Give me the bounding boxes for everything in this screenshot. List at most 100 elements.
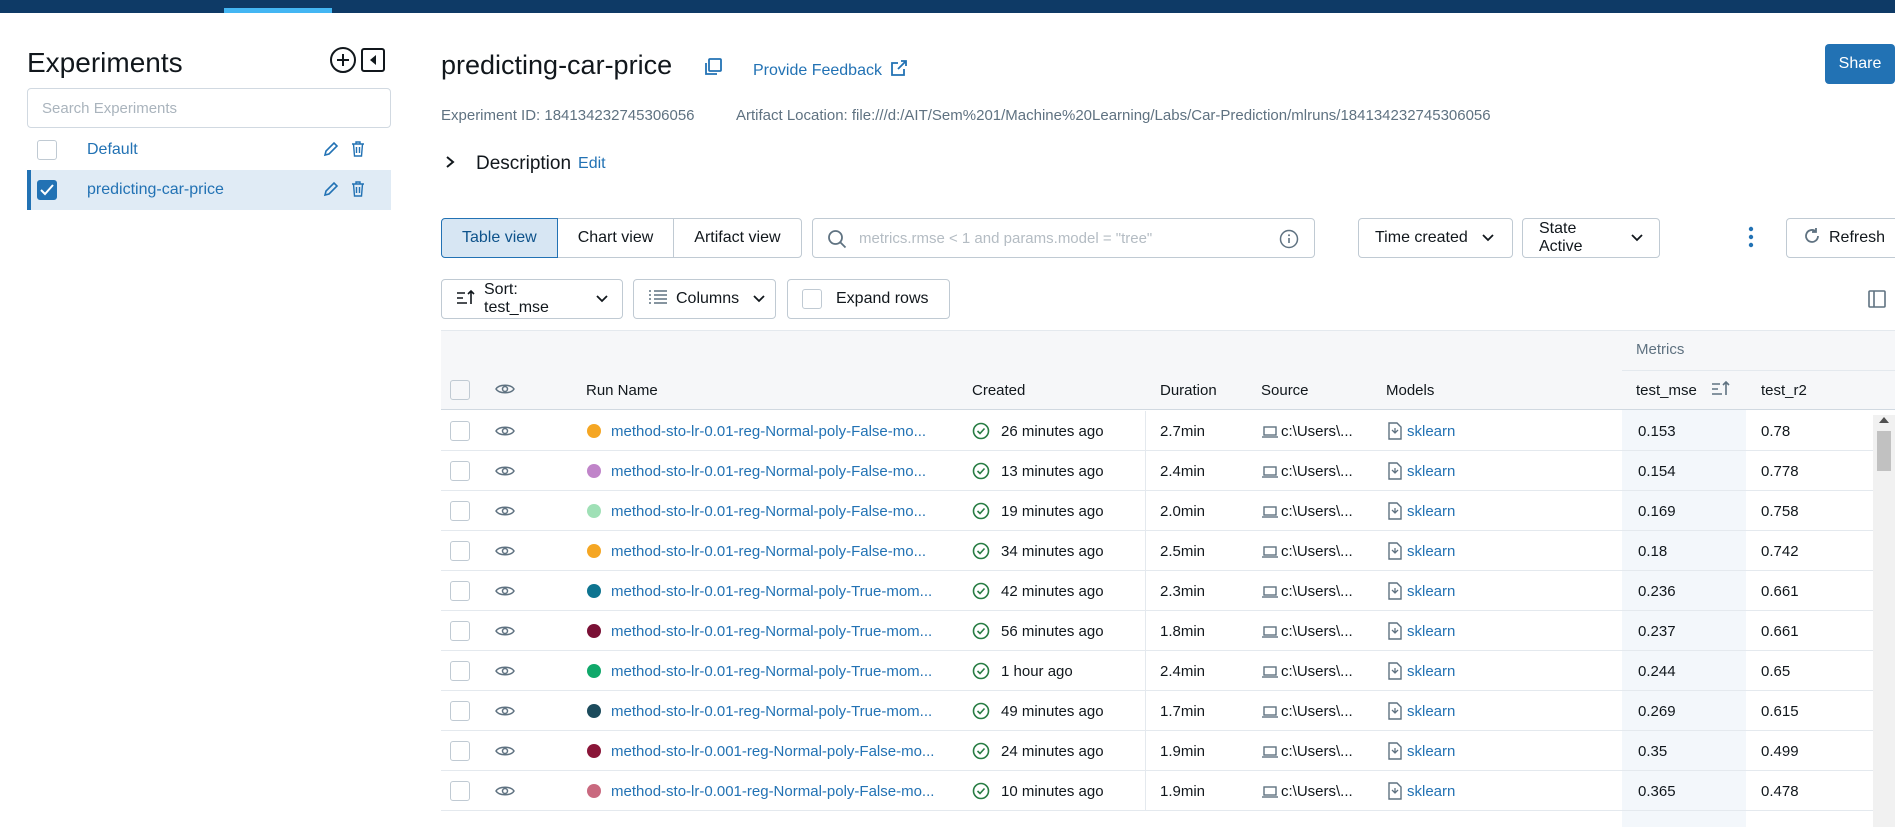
run-color-dot[interactable] [587,504,601,518]
model-link[interactable]: sklearn [1407,731,1455,771]
sort-ascending-icon[interactable] [1711,380,1731,400]
experiment-checkbox[interactable] [37,140,57,160]
table-row[interactable]: method-sto-lr-0.01-reg-Normal-poly-False… [441,491,1895,531]
copy-icon[interactable] [703,57,723,81]
side-panel-toggle-icon[interactable] [1868,290,1886,312]
column-header-test-mse[interactable]: test_mse [1636,382,1697,399]
run-color-dot[interactable] [587,784,601,798]
trash-icon[interactable] [351,141,365,161]
model-link[interactable]: sklearn [1407,411,1455,451]
trash-icon[interactable] [351,181,365,201]
row-checkbox[interactable] [450,501,470,521]
eye-icon[interactable] [495,784,515,802]
edit-icon[interactable] [322,180,340,202]
experiment-item-predicting-car-price[interactable]: predicting-car-price [27,170,391,210]
table-row[interactable]: method-sto-lr-0.01-reg-Normal-poly-False… [441,531,1895,571]
eye-icon[interactable] [495,664,515,682]
run-name-link[interactable]: method-sto-lr-0.001-reg-Normal-poly-Fals… [611,771,934,811]
state-dropdown[interactable]: State Active [1522,218,1660,258]
eye-icon[interactable] [495,584,515,602]
column-header-duration[interactable]: Duration [1160,382,1217,399]
run-name-link[interactable]: method-sto-lr-0.01-reg-Normal-poly-True-… [611,651,932,691]
model-link[interactable]: sklearn [1407,491,1455,531]
table-row[interactable]: method-sto-lr-0.01-reg-Normal-poly-True-… [441,571,1895,611]
run-color-dot[interactable] [587,424,601,438]
column-header-run-name[interactable]: Run Name [586,382,658,399]
columns-dropdown[interactable]: Columns [633,279,776,319]
tab-chart-view[interactable]: Chart view [556,218,675,258]
description-label[interactable]: Description [476,153,571,175]
experiment-name[interactable]: Default [87,141,138,159]
edit-icon[interactable] [322,140,340,162]
table-row[interactable]: method-sto-lr-0.01-reg-Normal-poly-False… [441,411,1895,451]
run-name-link[interactable]: method-sto-lr-0.01-reg-Normal-poly-True-… [611,571,932,611]
row-checkbox[interactable] [450,461,470,481]
tab-table-view[interactable]: Table view [441,218,558,258]
table-row[interactable]: method-sto-lr-0.001-reg-Normal-poly-Fals… [441,771,1895,811]
run-color-dot[interactable] [587,704,601,718]
eye-icon[interactable] [495,704,515,722]
table-row[interactable]: method-sto-lr-0.01-reg-Normal-poly-True-… [441,611,1895,651]
model-link[interactable]: sklearn [1407,611,1455,651]
eye-icon[interactable] [495,544,515,562]
table-scrollbar[interactable] [1873,415,1895,827]
column-header-test-r2[interactable]: test_r2 [1761,382,1807,399]
run-color-dot[interactable] [587,664,601,678]
model-link[interactable]: sklearn [1407,771,1455,811]
column-header-models[interactable]: Models [1386,382,1434,399]
model-link[interactable]: sklearn [1407,571,1455,611]
chevron-right-icon[interactable] [444,155,456,173]
time-created-dropdown[interactable]: Time created [1358,218,1513,258]
table-row[interactable]: method-sto-lr-0.01-reg-Normal-poly-True-… [441,651,1895,691]
run-name-link[interactable]: method-sto-lr-0.01-reg-Normal-poly-True-… [611,691,932,731]
collapse-sidebar-icon[interactable] [359,46,387,74]
eye-icon[interactable] [495,624,515,642]
model-link[interactable]: sklearn [1407,691,1455,731]
select-all-checkbox[interactable] [450,380,470,400]
row-checkbox[interactable] [450,421,470,441]
eye-icon[interactable] [495,504,515,522]
column-header-created[interactable]: Created [972,382,1025,399]
search-experiments-input[interactable] [27,88,391,128]
row-checkbox[interactable] [450,581,470,601]
run-name-link[interactable]: method-sto-lr-0.01-reg-Normal-poly-False… [611,411,926,451]
run-name-link[interactable]: method-sto-lr-0.01-reg-Normal-poly-False… [611,531,926,571]
scroll-up-arrow[interactable] [1879,417,1889,423]
run-name-link[interactable]: method-sto-lr-0.01-reg-Normal-poly-True-… [611,611,932,651]
eye-icon[interactable] [495,424,515,442]
tab-artifact-view[interactable]: Artifact view [673,218,802,258]
sort-dropdown[interactable]: Sort: test_mse [441,279,623,319]
model-link[interactable]: sklearn [1407,651,1455,691]
experiment-checkbox[interactable] [37,180,57,200]
expand-rows-toggle[interactable]: Expand rows [787,279,950,319]
expand-rows-checkbox[interactable] [802,289,822,309]
row-checkbox[interactable] [450,661,470,681]
eye-icon[interactable] [495,464,515,482]
refresh-button[interactable]: Refresh [1786,218,1895,258]
more-options-icon[interactable] [1748,226,1754,252]
run-color-dot[interactable] [587,624,601,638]
model-link[interactable]: sklearn [1407,531,1455,571]
share-button[interactable]: Share [1825,44,1895,84]
scrollbar-thumb[interactable] [1877,431,1891,471]
row-checkbox[interactable] [450,741,470,761]
description-edit-link[interactable]: Edit [578,155,606,173]
table-row[interactable]: method-sto-lr-0.01-reg-Normal-poly-True-… [441,691,1895,731]
info-icon[interactable] [1279,229,1299,253]
row-checkbox[interactable] [450,621,470,641]
row-checkbox[interactable] [450,781,470,801]
run-name-link[interactable]: method-sto-lr-0.01-reg-Normal-poly-False… [611,451,926,491]
experiment-item-default[interactable]: Default [27,130,391,170]
row-checkbox[interactable] [450,701,470,721]
run-name-link[interactable]: method-sto-lr-0.01-reg-Normal-poly-False… [611,491,926,531]
run-color-dot[interactable] [587,544,601,558]
model-link[interactable]: sklearn [1407,451,1455,491]
row-checkbox[interactable] [450,541,470,561]
run-color-dot[interactable] [587,464,601,478]
table-row[interactable]: method-sto-lr-0.001-reg-Normal-poly-Fals… [441,731,1895,771]
run-color-dot[interactable] [587,744,601,758]
eye-icon[interactable] [495,744,515,762]
column-header-source[interactable]: Source [1261,382,1309,399]
experiment-name[interactable]: predicting-car-price [87,181,224,199]
add-experiment-icon[interactable] [329,46,357,74]
